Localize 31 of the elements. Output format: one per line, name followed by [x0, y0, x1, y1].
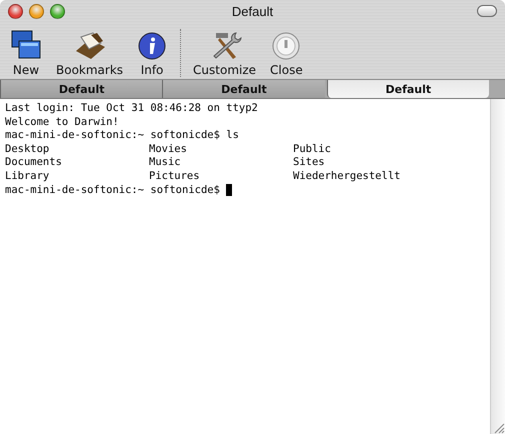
- prompt-text: mac-mini-de-softonic:~ softonicde$: [5, 184, 220, 198]
- toolbar-button[interactable]: Info: [133, 31, 172, 77]
- tab[interactable]: Default: [162, 80, 325, 98]
- minimize-button[interactable]: [29, 4, 44, 19]
- file-name: Movies: [149, 142, 188, 156]
- terminal-line: Welcome to Darwin!: [5, 116, 120, 130]
- file-name: Desktop: [5, 142, 50, 156]
- tab[interactable]: Default: [0, 80, 162, 98]
- file-name: Wiederhergestellt: [293, 170, 402, 184]
- file-name: Documents: [5, 156, 63, 170]
- tab[interactable]: Default: [326, 80, 489, 98]
- file-name: Library: [5, 170, 50, 184]
- toolbar-button[interactable]: New: [6, 29, 46, 77]
- info-icon: [137, 31, 168, 61]
- zoom-button[interactable]: [50, 4, 65, 19]
- close-window-button[interactable]: [8, 4, 23, 19]
- window-title: Default: [232, 4, 274, 18]
- toolbar-toggle-button[interactable]: [477, 5, 497, 17]
- text-cursor: [226, 184, 232, 196]
- file-name: Pictures: [149, 170, 201, 184]
- windows-icon: [10, 29, 42, 61]
- terminal-line: mac-mini-de-softonic:~ softonicde$ ls: [5, 129, 240, 143]
- toolbar-button[interactable]: Bookmarks: [52, 29, 128, 77]
- terminal-line: Last login: Tue Oct 31 08:46:28 on ttyp2: [5, 102, 259, 116]
- file-name: Sites: [293, 156, 326, 170]
- scrollbar[interactable]: [490, 99, 505, 434]
- file-name: Music: [149, 156, 182, 170]
- toolbar-button[interactable]: Customize: [189, 29, 260, 77]
- toolbar-button[interactable]: Close: [266, 31, 307, 77]
- file-name: Public: [293, 142, 332, 156]
- close-icon: [271, 31, 302, 61]
